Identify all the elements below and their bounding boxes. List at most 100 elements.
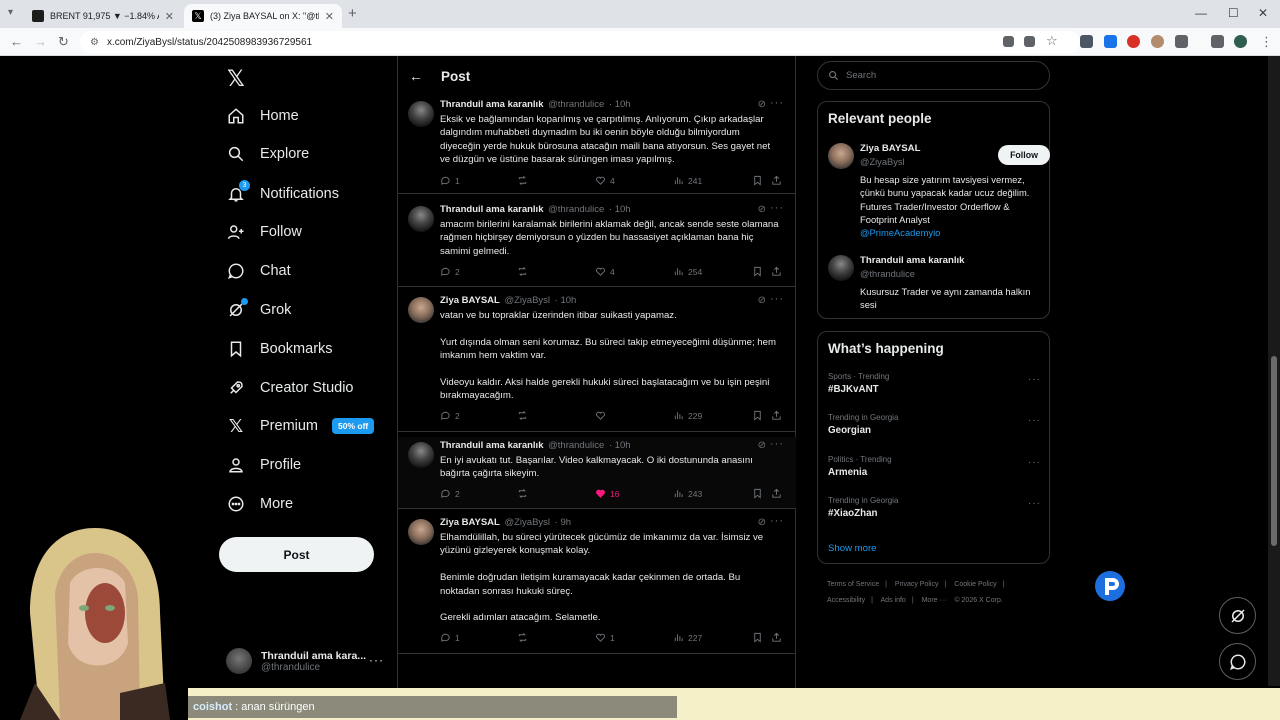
relevant-person[interactable]: Ziya BAYSAL @ZiyaBysl Follow Bu hesap si… xyxy=(828,143,1050,253)
more-dots-icon[interactable]: ··· xyxy=(1028,498,1041,509)
reply-button[interactable]: 1 xyxy=(440,175,460,186)
trend-item[interactable]: Trending in Georgia #XiaoZhan ··· xyxy=(828,496,1043,519)
relevant-person[interactable]: Thranduil ama karanlık @thrandulice Kusu… xyxy=(828,255,1043,315)
footer-accessibility-link[interactable]: Accessibility xyxy=(827,597,865,604)
avatar[interactable] xyxy=(828,143,854,169)
bookmark-button[interactable] xyxy=(752,488,767,499)
x-logo-icon[interactable]: 𝕏 xyxy=(227,66,245,92)
views-button[interactable]: 254 xyxy=(673,266,702,277)
like-button[interactable]: 16 xyxy=(595,488,619,499)
maximize-icon[interactable]: ☐ xyxy=(1228,6,1239,20)
translate-icon[interactable] xyxy=(1003,36,1014,47)
reading-list-icon[interactable] xyxy=(1211,35,1224,48)
close-window-icon[interactable]: ✕ xyxy=(1258,6,1268,20)
extension-icon[interactable] xyxy=(1151,35,1164,48)
author-name[interactable]: Thranduil ama karanlık xyxy=(440,99,543,110)
avatar[interactable] xyxy=(408,519,434,545)
browser-tab-x-post[interactable]: 𝕏 (3) Ziya BAYSAL on X: "@thrandu ✕ xyxy=(184,4,342,28)
forward-icon[interactable]: → xyxy=(34,34,47,49)
person-handle[interactable]: @thrandulice xyxy=(860,269,915,279)
like-button[interactable]: 1 xyxy=(595,632,615,643)
share-button[interactable] xyxy=(771,488,786,499)
nav-follow[interactable]: Follow xyxy=(226,218,302,246)
bookmark-button[interactable] xyxy=(752,175,767,186)
bookmark-star-icon[interactable]: ☆ xyxy=(1046,33,1058,49)
menu-kebab-icon[interactable]: ⋮ xyxy=(1260,34,1273,50)
author-name[interactable]: Ziya BAYSAL xyxy=(440,295,500,306)
repost-button[interactable] xyxy=(517,410,532,421)
person-handle[interactable]: @ZiyaBysl xyxy=(860,157,905,167)
author-name[interactable]: Ziya BAYSAL xyxy=(440,517,500,528)
tweet[interactable]: Thranduil ama karanlık @thrandulice · 10… xyxy=(398,201,796,287)
more-dots-icon[interactable]: ··· xyxy=(770,202,784,214)
author-handle[interactable]: @thrandulice xyxy=(548,99,604,110)
more-dots-icon[interactable]: ··· xyxy=(770,438,784,450)
account-switcher[interactable]: Thranduil ama kara... @thrandulice ··· xyxy=(226,641,386,681)
site-info-icon[interactable]: ⚙ xyxy=(90,37,99,48)
bio-link[interactable]: @PrimeAcademyio xyxy=(860,227,940,238)
trend-item[interactable]: Politics · Trending Armenia ··· xyxy=(828,455,1043,478)
nav-home[interactable]: Home xyxy=(226,102,299,130)
author-handle[interactable]: @thrandulice xyxy=(548,440,604,451)
tweet-time[interactable]: · 10h xyxy=(609,204,631,215)
footer-cookie-link[interactable]: Cookie Policy xyxy=(954,581,996,588)
browser-tab-brent[interactable]: BRENT 91,975 ▼ −1.84% Adsız ✕ xyxy=(24,4,182,28)
repost-button[interactable] xyxy=(517,632,532,643)
avatar[interactable] xyxy=(408,206,434,232)
close-tab-icon[interactable]: ✕ xyxy=(165,10,174,23)
avatar[interactable] xyxy=(408,101,434,127)
repost-button[interactable] xyxy=(517,488,532,499)
more-dots-icon[interactable]: ··· xyxy=(770,293,784,305)
back-icon[interactable]: ← xyxy=(10,34,23,49)
more-dots-icon[interactable]: ··· xyxy=(1028,374,1041,385)
views-button[interactable]: 241 xyxy=(673,175,702,186)
extension-icon[interactable] xyxy=(1080,35,1093,48)
grok-explain-icon[interactable]: ⊘ xyxy=(758,295,766,306)
tweet-time[interactable]: · 9h xyxy=(555,517,571,528)
person-name[interactable]: Thranduil ama karanlık xyxy=(860,255,965,266)
reply-button[interactable]: 2 xyxy=(440,488,460,499)
avatar[interactable] xyxy=(828,255,854,281)
share-button[interactable] xyxy=(771,175,786,186)
extensions-puzzle-icon[interactable] xyxy=(1175,35,1188,48)
more-dots-icon[interactable]: ··· xyxy=(770,515,784,527)
bookmark-button[interactable] xyxy=(752,410,767,421)
tweet-time[interactable]: · 10h xyxy=(609,440,631,451)
avatar[interactable] xyxy=(408,442,434,468)
nav-creator-studio[interactable]: Creator Studio xyxy=(226,374,354,402)
minimize-icon[interactable]: — xyxy=(1195,6,1207,20)
grok-explain-icon[interactable]: ⊘ xyxy=(758,204,766,215)
tweet[interactable]: Thranduil ama karanlık @thrandulice · 10… xyxy=(398,96,796,194)
page-scrollbar[interactable] xyxy=(1268,56,1280,686)
bookmark-button[interactable] xyxy=(752,632,767,643)
nav-explore[interactable]: Explore xyxy=(226,140,309,168)
footer-more-link[interactable]: More ··· xyxy=(922,597,947,604)
grok-fab-button[interactable] xyxy=(1219,597,1256,634)
reply-button[interactable]: 1 xyxy=(440,632,460,643)
more-dots-icon[interactable]: ··· xyxy=(1028,415,1041,426)
tab-search-icon[interactable]: ▾ xyxy=(8,7,13,18)
grok-explain-icon[interactable]: ⊘ xyxy=(758,517,766,528)
author-handle[interactable]: @thrandulice xyxy=(548,204,604,215)
share-button[interactable] xyxy=(771,266,786,277)
nav-premium[interactable]: 𝕏 Premium 50% off xyxy=(226,412,375,440)
tweet[interactable]: Thranduil ama karanlık @thrandulice · 10… xyxy=(398,437,796,509)
post-button[interactable]: Post xyxy=(219,537,374,572)
bookmark-button[interactable] xyxy=(752,266,767,277)
more-dots-icon[interactable]: ··· xyxy=(1028,457,1041,468)
like-button[interactable]: 4 xyxy=(595,175,615,186)
reply-button[interactable]: 2 xyxy=(440,266,460,277)
nav-chat[interactable]: Chat xyxy=(226,257,291,285)
tweet-time[interactable]: · 10h xyxy=(609,99,631,110)
share-button[interactable] xyxy=(771,410,786,421)
nav-grok[interactable]: Grok xyxy=(226,296,291,324)
extension-icon[interactable] xyxy=(1127,35,1140,48)
search-input[interactable]: Search xyxy=(817,61,1050,90)
install-app-icon[interactable] xyxy=(1024,36,1035,47)
grok-explain-icon[interactable]: ⊘ xyxy=(758,440,766,451)
person-name[interactable]: Ziya BAYSAL xyxy=(860,143,920,154)
share-button[interactable] xyxy=(771,632,786,643)
tweet-time[interactable]: · 10h xyxy=(555,295,577,306)
nav-notifications[interactable]: 3 Notifications xyxy=(226,180,339,208)
scrollbar-thumb[interactable] xyxy=(1271,356,1277,546)
